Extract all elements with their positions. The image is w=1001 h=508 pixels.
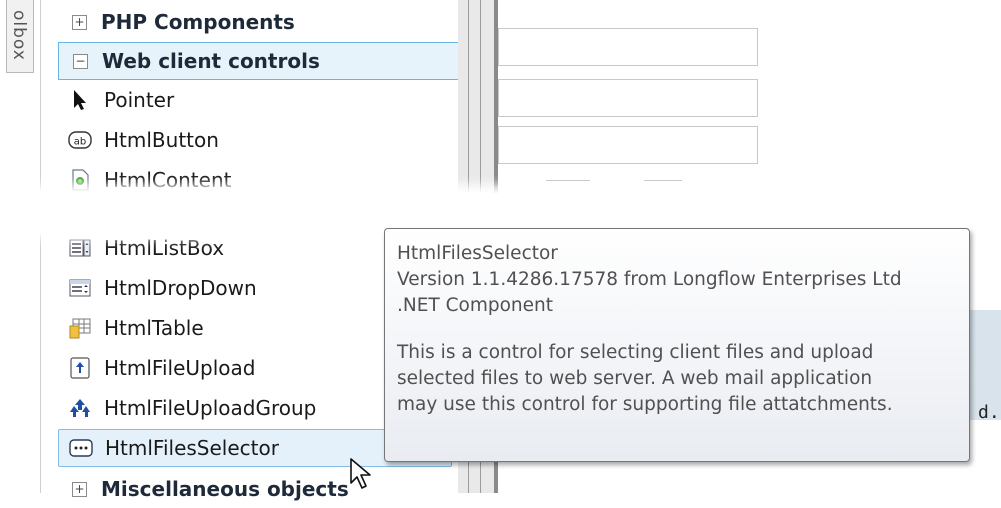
expand-icon[interactable]: + — [72, 14, 87, 30]
blurred-region — [0, 193, 770, 231]
designer-field-3[interactable] — [498, 126, 758, 164]
category-web-client-controls[interactable]: − Web client controls — [58, 42, 460, 80]
toolbox-item-htmlbutton[interactable]: ab HtmlButton — [58, 121, 458, 159]
toolbox-tab-label: olbox — [9, 10, 29, 61]
file-upload-icon — [68, 356, 92, 380]
item-label: Pointer — [104, 88, 175, 112]
tooltip-description-line: This is a control for selecting client f… — [397, 342, 874, 363]
tab-divider — [40, 0, 41, 493]
dropdown-icon — [68, 276, 92, 300]
tooltip-description-line: may use this control for supporting file… — [397, 394, 893, 415]
toolbox-side-tab[interactable]: olbox — [0, 0, 41, 493]
designer-code-text: d. — [978, 402, 1000, 423]
tooltip-version: Version 1.1.4286.17578 from Longflow Ent… — [397, 269, 902, 290]
file-upload-group-icon — [68, 396, 92, 420]
tooltip-description-line: selected files to web server. A web mail… — [397, 368, 873, 389]
component-tooltip: HtmlFilesSelector Version 1.1.4286.17578… — [384, 228, 970, 462]
button-ab-icon: ab — [68, 128, 92, 152]
category-label: Miscellaneous objects — [101, 477, 349, 501]
listbox-icon — [68, 236, 92, 260]
item-label: HtmlContent — [104, 168, 232, 192]
toolbox-item-pointer[interactable]: Pointer — [58, 81, 458, 119]
svg-text:ab: ab — [74, 137, 86, 148]
pointer-arrow-icon — [68, 88, 92, 112]
item-label: HtmlTable — [104, 316, 204, 340]
tooltip-title: HtmlFilesSelector — [397, 243, 558, 264]
item-label: HtmlFileUpload — [104, 356, 256, 380]
category-label: PHP Components — [101, 10, 295, 34]
item-label: HtmlFileUploadGroup — [104, 396, 317, 420]
category-miscellaneous-objects[interactable]: + Miscellaneous objects — [58, 470, 458, 508]
item-label: HtmlListBox — [104, 236, 225, 260]
tooltip-type: .NET Component — [397, 295, 553, 316]
mouse-cursor-icon — [348, 457, 378, 491]
designer-field-1[interactable] — [498, 28, 758, 66]
files-selector-icon — [69, 436, 93, 460]
expand-icon[interactable]: + — [72, 481, 87, 497]
item-label: HtmlDropDown — [104, 276, 257, 300]
table-icon — [68, 316, 92, 340]
content-page-icon — [68, 168, 92, 192]
category-label: Web client controls — [102, 49, 320, 73]
category-php-components[interactable]: + PHP Components — [58, 3, 458, 41]
designer-field-2[interactable] — [498, 79, 758, 117]
item-label: HtmlButton — [104, 128, 219, 152]
collapse-icon[interactable]: − — [73, 53, 88, 69]
item-label: HtmlFilesSelector — [105, 436, 279, 460]
